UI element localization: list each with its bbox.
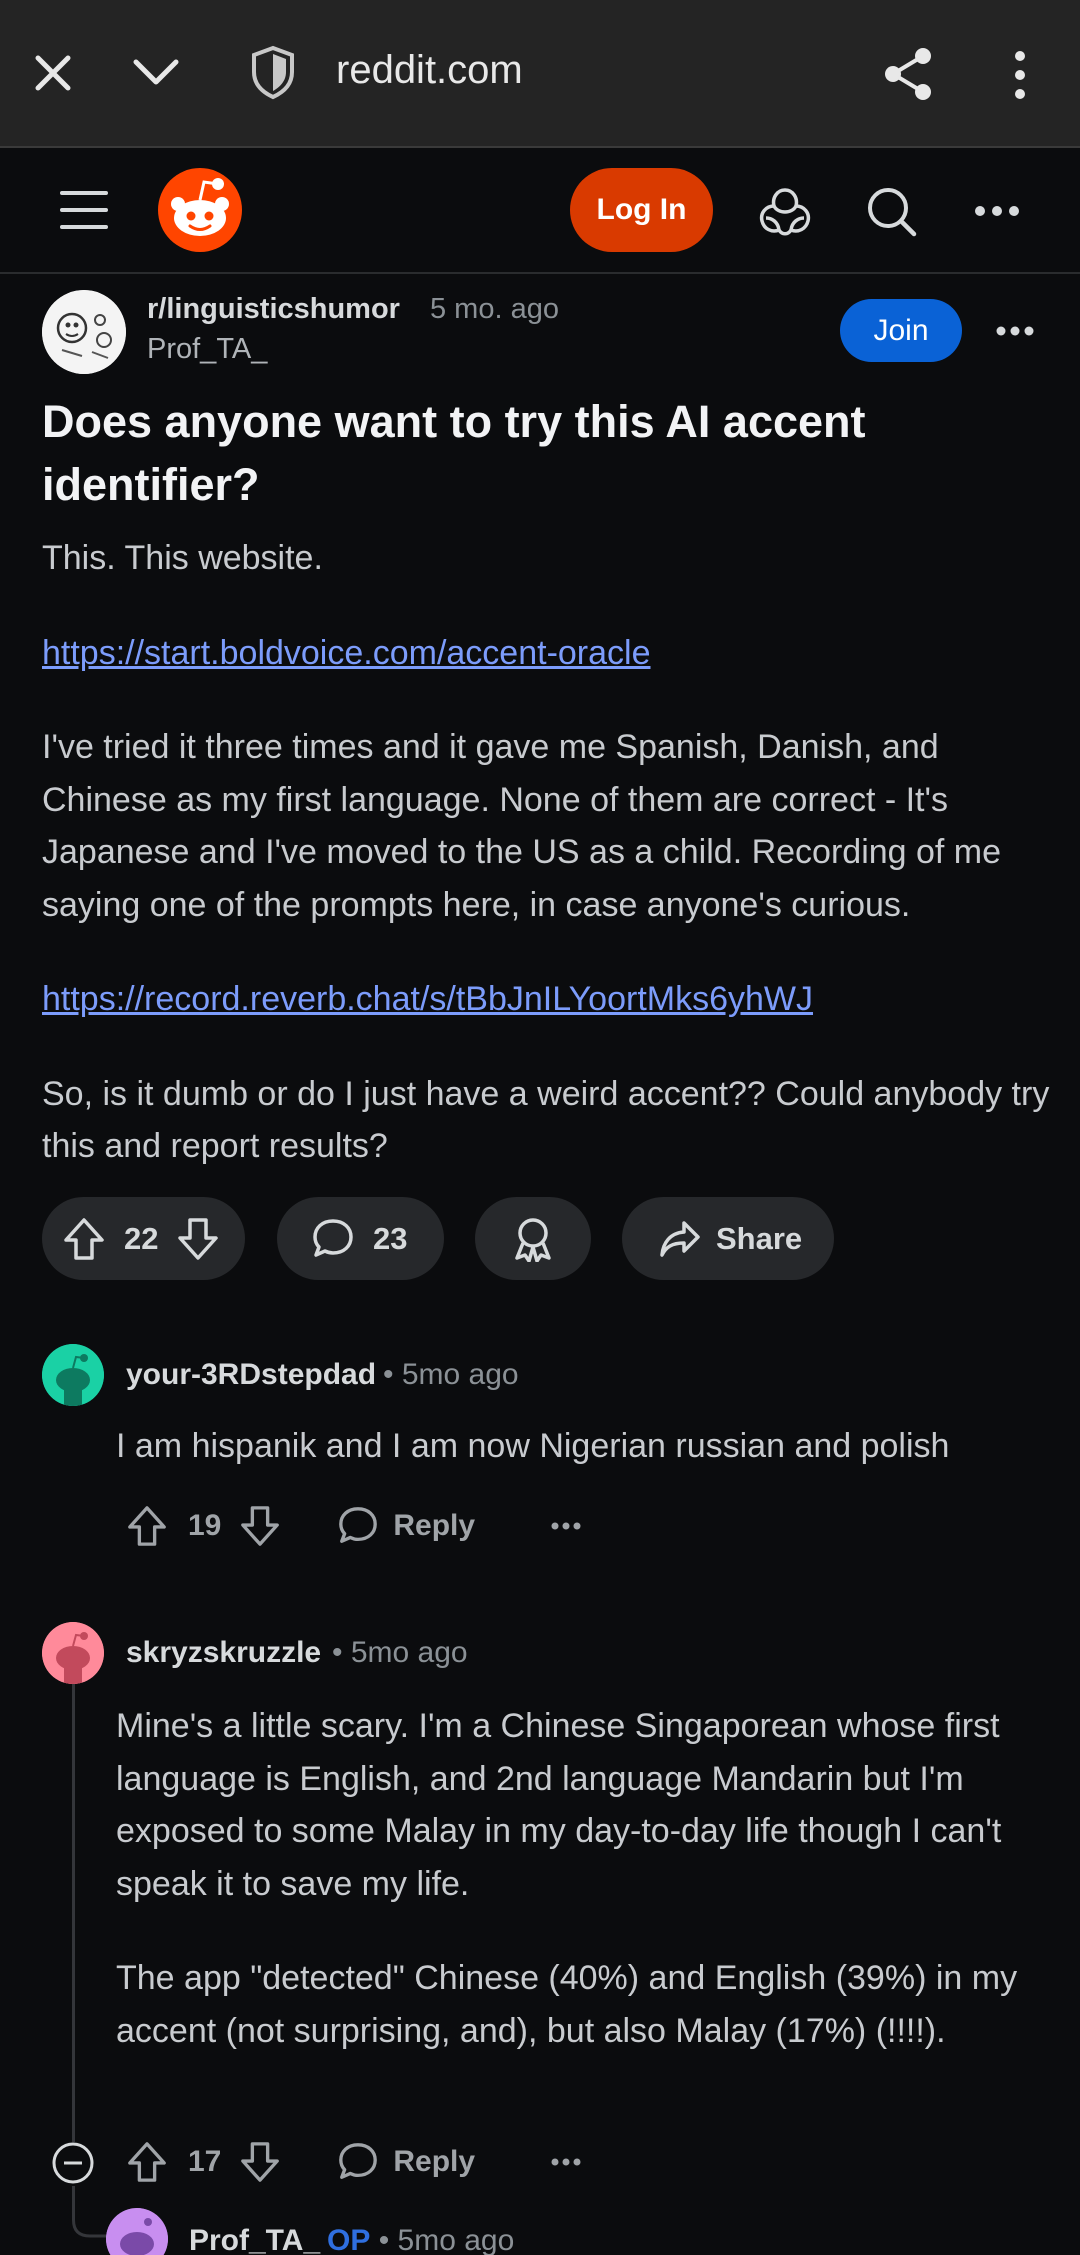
award-button[interactable] — [475, 1197, 591, 1280]
search-icon[interactable] — [864, 184, 920, 240]
boldvoice-link[interactable]: https://start.boldvoice.com/accent-oracl… — [42, 634, 651, 672]
award-icon — [515, 1217, 551, 1262]
hamburger-menu-icon[interactable] — [58, 188, 110, 232]
share-button[interactable]: Share — [622, 1197, 834, 1280]
comment-vote-count: 17 — [188, 2145, 222, 2178]
commenter-avatar[interactable] — [106, 2208, 168, 2255]
shield-icon[interactable] — [248, 44, 298, 100]
comment-time: • 5mo ago — [383, 1358, 519, 1391]
comment-more-icon[interactable] — [551, 1521, 581, 1531]
post-age: 5 mo. ago — [430, 293, 559, 325]
join-button[interactable]: Join — [840, 299, 962, 362]
browser-toolbar: reddit.com — [0, 0, 1080, 148]
post-body-intro: This. This website. — [42, 539, 323, 577]
reverb-link[interactable]: https://record.reverb.chat/s/tBbJnILYoor… — [42, 980, 813, 1018]
post-title[interactable]: Does anyone want to try this AI accent i… — [42, 390, 1042, 516]
comments-button[interactable]: 23 — [277, 1197, 444, 1280]
commenter-avatar[interactable] — [42, 1344, 104, 1406]
upvote-icon[interactable] — [62, 1216, 106, 1262]
reply-icon[interactable] — [337, 1505, 379, 1547]
advertise-icon[interactable] — [758, 186, 812, 238]
comment-body: I am hispanik and I am now Nigerian russ… — [116, 1427, 950, 1465]
post-more-icon[interactable] — [996, 324, 1034, 338]
login-button[interactable]: Log In — [570, 168, 713, 252]
downvote-icon[interactable] — [176, 1216, 220, 1262]
comment-username[interactable]: skryzskruzzle — [126, 1636, 321, 1670]
comment-actions: 19 Reply — [126, 1504, 581, 1548]
post-author[interactable]: Prof_TA_ — [147, 333, 267, 366]
comment-vote-count: 19 — [188, 1509, 222, 1542]
comment-actions: 17 Reply — [126, 2140, 581, 2184]
comment-icon — [313, 1218, 353, 1257]
upvote-icon[interactable] — [126, 1504, 168, 1548]
comment-username[interactable]: your-3RDstepdad — [126, 1358, 376, 1392]
post-body-story: I've tried it three times and it gave me… — [42, 728, 1002, 924]
downvote-icon[interactable] — [239, 1504, 281, 1548]
browser-menu-icon[interactable] — [1005, 50, 1035, 100]
reddit-header: Log In — [0, 150, 1080, 274]
url-text[interactable]: reddit.com — [336, 48, 523, 93]
upvote-icon[interactable] — [126, 2140, 168, 2184]
share-arrow-icon — [660, 1220, 700, 1257]
vote-pill: 22 — [42, 1197, 245, 1280]
comment-body: Mine's a little scary. I'm a Chinese Sin… — [116, 1707, 1018, 2050]
comment-count: 23 — [373, 1220, 408, 1256]
commenter-avatar[interactable] — [42, 1622, 104, 1684]
vote-count: 22 — [124, 1220, 159, 1256]
subreddit-avatar[interactable] — [42, 290, 126, 374]
comment-time: • 5mo ago — [332, 1636, 468, 1669]
chevron-down-icon[interactable] — [130, 52, 182, 92]
downvote-icon[interactable] — [239, 2140, 281, 2184]
op-badge: OP — [327, 2224, 371, 2255]
post-body-question: So, is it dumb or do I just have a weird… — [42, 1074, 1050, 1166]
share-icon[interactable] — [880, 44, 936, 104]
comment-time: OP • 5mo ago — [327, 2224, 515, 2255]
post-body: This. This website. https://start.boldvo… — [42, 532, 1052, 1215]
comment-more-icon[interactable] — [551, 2157, 581, 2167]
reply-button[interactable]: Reply — [393, 1509, 475, 1543]
reply-icon[interactable] — [337, 2141, 379, 2183]
comment-username[interactable]: Prof_TA_ — [189, 2224, 320, 2255]
close-icon[interactable] — [30, 50, 76, 96]
share-label: Share — [716, 1220, 803, 1256]
more-options-icon[interactable] — [974, 204, 1020, 218]
reply-button[interactable]: Reply — [393, 2145, 475, 2179]
thread-line[interactable] — [72, 1622, 75, 2142]
subreddit-name[interactable]: r/linguisticshumor — [147, 293, 400, 326]
collapse-thread-icon[interactable] — [51, 2141, 95, 2185]
reddit-logo-icon[interactable] — [156, 166, 244, 254]
